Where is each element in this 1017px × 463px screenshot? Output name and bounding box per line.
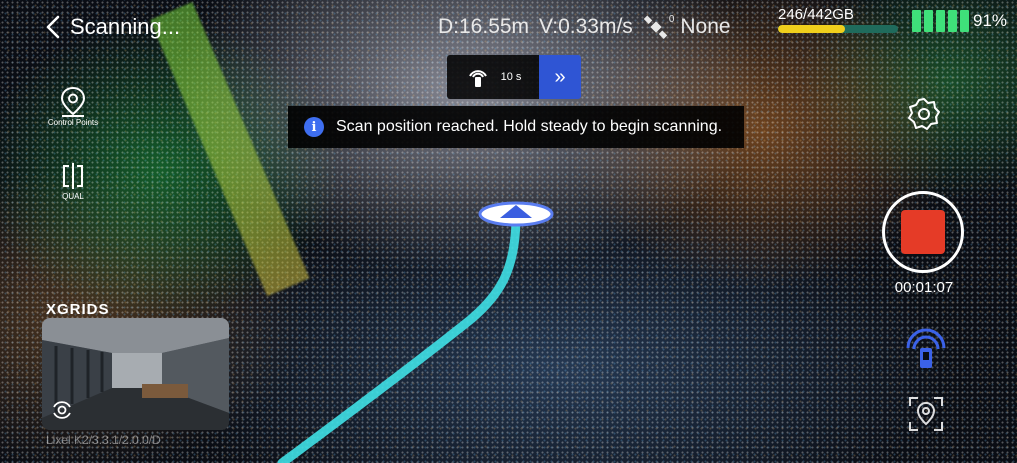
qual-label: QUAL	[62, 192, 84, 201]
gear-icon[interactable]	[906, 96, 942, 132]
point-cloud-highlight	[150, 2, 310, 297]
battery-cell	[948, 10, 957, 32]
skip-wait-button[interactable]: »	[539, 55, 581, 99]
battery-cell	[912, 10, 921, 32]
control-points-button[interactable]: Control Points	[43, 86, 103, 127]
qual-button[interactable]: QUAL	[43, 160, 103, 201]
control-points-label: Control Points	[47, 118, 99, 127]
recording-elapsed-time: 00:01:07	[894, 279, 954, 296]
stop-recording-button[interactable]	[882, 191, 964, 273]
velocity-readout: V:0.33m/s	[539, 15, 633, 38]
battery-cell	[960, 10, 969, 32]
notification-toast: i Scan position reached. Hold steady to …	[288, 106, 744, 148]
brand-logo: XGRIDS	[46, 301, 110, 318]
map-pin-icon	[60, 86, 86, 117]
storage-bar-fill	[778, 25, 845, 33]
version-label: Lixel K2/3.3.1/2.0.0/D	[46, 433, 161, 447]
satellite-count: 0	[668, 13, 675, 25]
gnss-status: 0 None	[643, 14, 731, 40]
device-position-marker	[478, 201, 554, 227]
battery-icon	[912, 10, 969, 32]
rotate-camera-icon[interactable]	[50, 398, 74, 422]
stop-icon	[901, 210, 945, 254]
countdown-text: 10 s	[500, 71, 522, 83]
storage-bar	[778, 25, 898, 33]
back-button[interactable]: Scanning...	[44, 14, 180, 40]
battery-indicator: 91%	[912, 10, 1007, 32]
info-icon: i	[304, 117, 324, 137]
countdown-panel: 10 s	[447, 55, 539, 99]
telemetry-readout: D:16.55m V:0.33m/s 0 None	[438, 14, 731, 40]
battery-cell	[924, 10, 933, 32]
chevron-left-icon	[46, 15, 60, 39]
storage-indicator: 246/442GB	[778, 6, 898, 33]
satellite-icon	[643, 15, 668, 39]
scan-signal-icon	[468, 70, 487, 87]
scan-viewport[interactable]: Scanning... D:16.55m V:0.33m/s 0 None 24…	[0, 0, 1017, 463]
storage-text: 246/442GB	[778, 6, 854, 23]
scan-status-title: Scanning...	[70, 14, 181, 39]
battery-cell	[936, 10, 945, 32]
scan-signal-icon[interactable]	[902, 326, 950, 370]
location-marker-icon[interactable]	[906, 394, 946, 434]
satellite-status: None	[680, 15, 731, 38]
qual-icon	[63, 163, 83, 189]
scan-countdown: 10 s »	[447, 55, 581, 99]
distance-readout: D:16.55m	[438, 15, 530, 38]
toast-message: Scan position reached. Hold steady to be…	[336, 118, 723, 135]
battery-percent: 91%	[973, 11, 1008, 30]
